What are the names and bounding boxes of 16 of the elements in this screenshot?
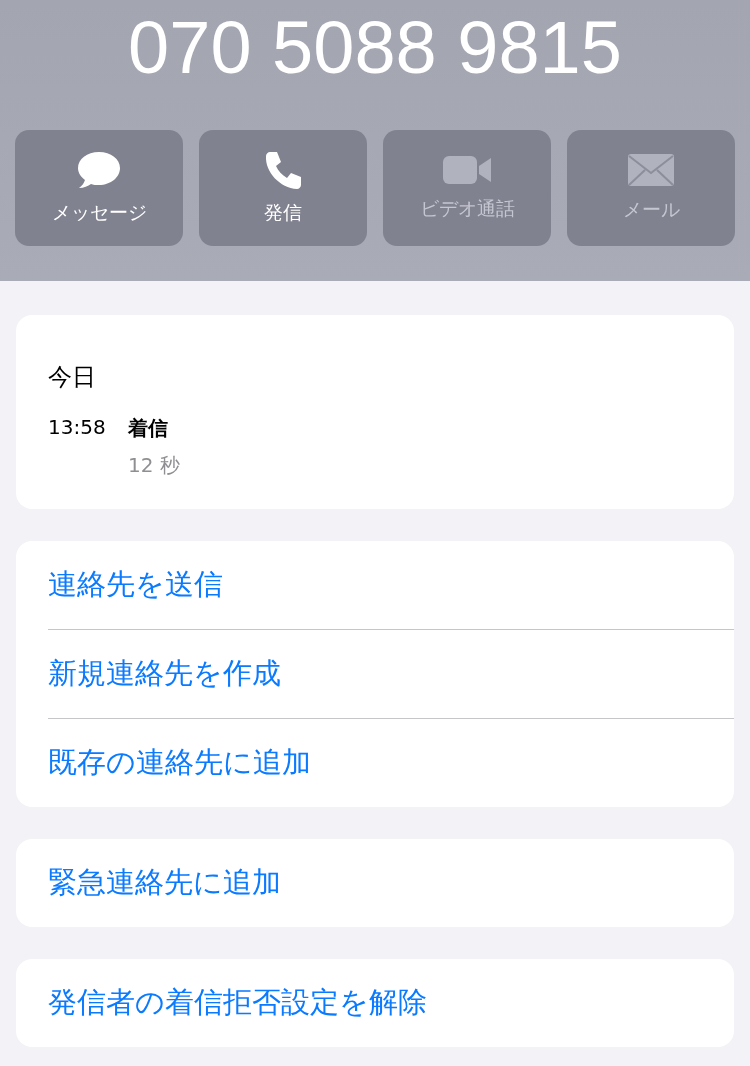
speech-bubble-icon	[76, 150, 122, 190]
action-link[interactable]: 発信者の着信拒否設定を解除	[48, 983, 427, 1023]
video-camera-icon	[442, 154, 492, 186]
call-time: 13:58	[48, 415, 107, 441]
call-date: 今日	[48, 362, 97, 393]
phone-number: 070 5088 9815	[128, 6, 622, 90]
action-button[interactable]: 発信	[199, 130, 367, 246]
phone-icon	[264, 150, 302, 190]
call-type: 着信	[128, 415, 169, 442]
action-button[interactable]: メッセージ	[15, 130, 183, 246]
action-link[interactable]: 緊急連絡先に追加	[48, 863, 281, 903]
envelope-icon	[627, 153, 675, 187]
call-duration: 12 秒	[128, 452, 181, 479]
action-link[interactable]: 既存の連絡先に追加	[48, 743, 311, 783]
action-link[interactable]: 連絡先を送信	[48, 565, 223, 605]
action-link[interactable]: 新規連絡先を作成	[48, 654, 281, 694]
